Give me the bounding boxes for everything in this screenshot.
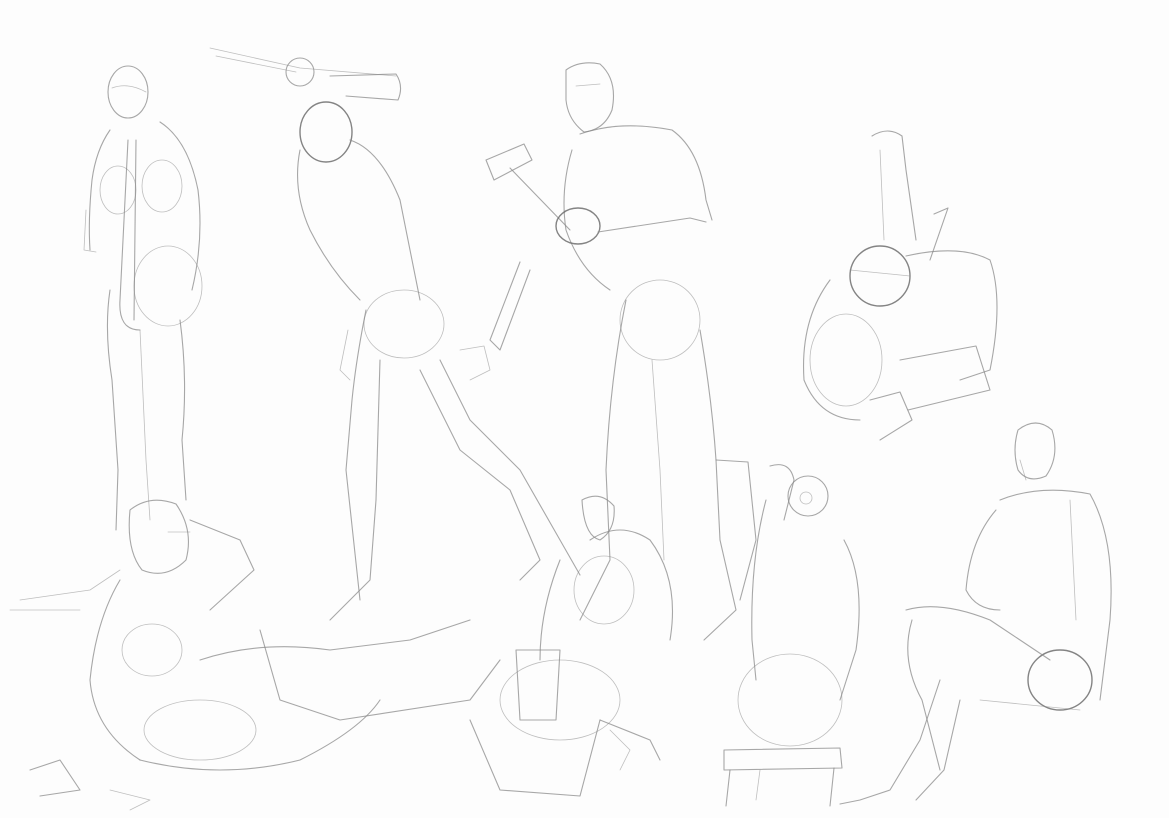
- figure-standing-female: [83, 65, 203, 531]
- figure-reaching: [209, 47, 581, 621]
- figure-kneeling: [469, 495, 674, 797]
- figure-seated-stool: [723, 464, 860, 807]
- gesture-drawing-canvas: [9, 47, 1112, 811]
- figure-hammer: [485, 62, 757, 641]
- figure-seated: [839, 422, 1112, 805]
- figure-reclining: [9, 499, 501, 811]
- sketch-sheet: [0, 0, 1169, 818]
- figure-crouching: [803, 130, 998, 441]
